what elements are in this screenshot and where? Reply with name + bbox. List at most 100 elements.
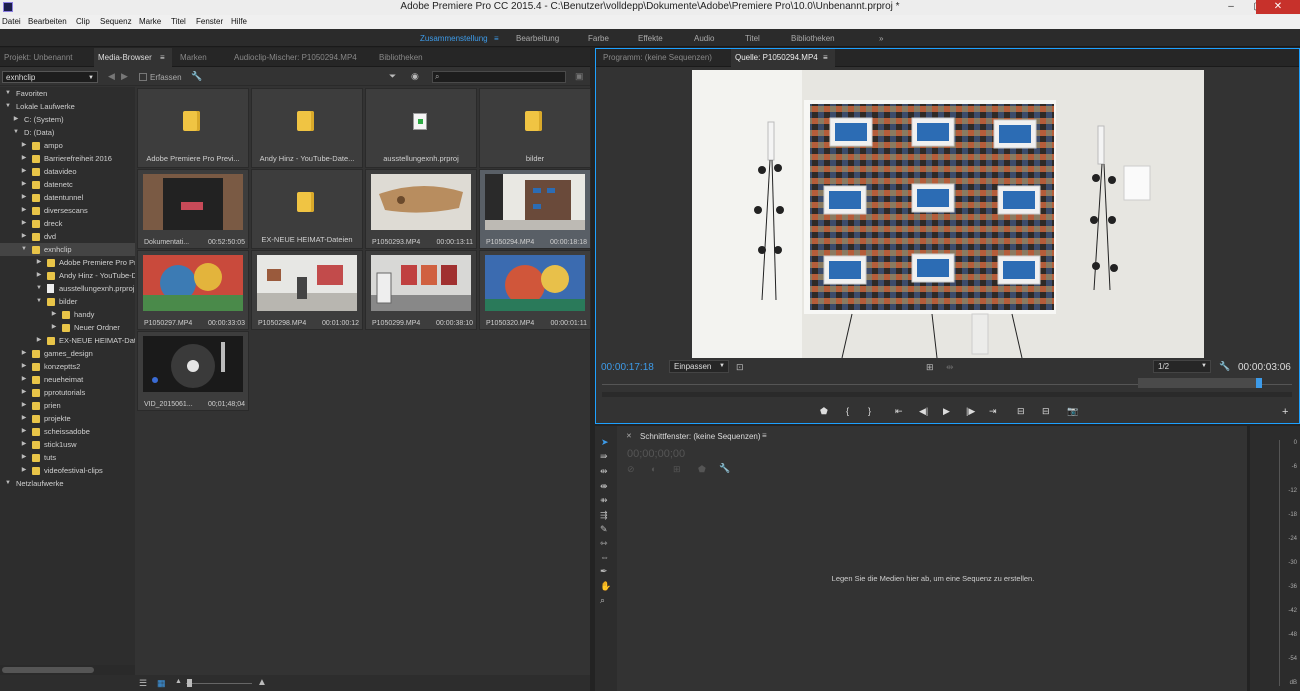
back-arrow-icon[interactable]: ◀ — [108, 71, 115, 82]
tree-item[interactable]: ▼ D: (Data) — [0, 126, 135, 139]
expand-open-icon[interactable]: ▼ — [4, 87, 12, 100]
workspace-zusammenstellung[interactable]: Zusammenstellung — [420, 34, 488, 43]
icon-view-icon[interactable]: ▦ — [157, 678, 166, 689]
zoom-slider-handle[interactable] — [187, 679, 192, 687]
tab-audioclip-mischer[interactable]: Audioclip-Mischer: P1050294.MP4 — [230, 48, 370, 67]
expand-closed-icon[interactable]: ▶ — [20, 360, 28, 373]
expand-closed-icon[interactable]: ▶ — [20, 399, 28, 412]
list-view-icon[interactable]: ☰ — [139, 678, 147, 689]
clip-tile[interactable]: VID_2015061... 00;01;48;04 — [137, 331, 249, 411]
pen-tool-icon[interactable]: ⇔ — [600, 552, 609, 562]
tab-bibliotheken[interactable]: Bibliotheken — [375, 48, 445, 67]
zoom-in-icon[interactable]: ▲ — [257, 677, 267, 688]
tree-item[interactable]: ▼ bilder — [0, 295, 135, 308]
overwrite-icon[interactable]: ⊟ — [1042, 406, 1050, 417]
tree-item[interactable]: ▶ ampo — [0, 139, 135, 152]
tree-item[interactable]: ▶ Adobe Premiere Pro Preview Files — [0, 256, 135, 269]
tab-menu-icon[interactable]: ≡ — [762, 431, 767, 440]
tree-item[interactable]: ▶ tuts — [0, 451, 135, 464]
ingest-checkbox[interactable] — [139, 73, 147, 81]
rate-stretch-tool-icon[interactable]: ⇻ — [600, 495, 608, 506]
tree-horizontal-scrollbar[interactable] — [0, 665, 135, 675]
minimize-button[interactable]: – — [1218, 0, 1244, 14]
menu-datei[interactable]: Datei — [2, 17, 21, 26]
tree-item[interactable]: ▶ neueheimat — [0, 373, 135, 386]
rolling-edit-tool-icon[interactable]: ⇼ — [600, 481, 608, 492]
expand-closed-icon[interactable]: ▶ — [20, 230, 28, 243]
selection-tool-icon[interactable]: ➤ — [601, 437, 609, 448]
tree-item[interactable]: ▶ diversescans — [0, 204, 135, 217]
tab-projekt[interactable]: Projekt: Unbenannt — [0, 48, 90, 67]
expand-closed-icon[interactable]: ▶ — [20, 152, 28, 165]
safe-margins-icon[interactable]: ⊞ — [926, 362, 934, 373]
wrench-icon[interactable]: 🔧 — [719, 463, 730, 474]
tab-menu-icon[interactable]: ≡ — [823, 49, 828, 67]
expand-closed-icon[interactable]: ▶ — [20, 347, 28, 360]
tree-item[interactable]: ▼ ausstellungexnh.prproj — [0, 282, 135, 295]
expand-open-icon[interactable]: ▼ — [20, 243, 28, 256]
expand-closed-icon[interactable]: ▶ — [20, 464, 28, 477]
add-marker-icon[interactable]: ⊞ — [673, 464, 681, 475]
tree-item[interactable]: ▶ prien — [0, 399, 135, 412]
tree-item[interactable]: ▶ EX-NEUE HEIMAT-Dateien — [0, 334, 135, 347]
expand-closed-icon[interactable]: ▶ — [20, 139, 28, 152]
tab-media-browser[interactable]: Media-Browser ≡ — [94, 48, 172, 67]
menu-bearbeiten[interactable]: Bearbeiten — [28, 17, 67, 26]
expand-closed-icon[interactable]: ▶ — [35, 256, 43, 269]
play-icon[interactable]: ▶ — [943, 406, 950, 417]
tree-item[interactable]: ▶ konzeptts2 — [0, 360, 135, 373]
go-to-out-icon[interactable]: ⇥ — [989, 406, 997, 417]
tree-item[interactable]: ▶ datentunnel — [0, 191, 135, 204]
tree-item[interactable]: ▶ Andy Hinz - YouTube-Dateien — [0, 269, 135, 282]
export-frame-icon[interactable]: 📷 — [1067, 406, 1078, 417]
clip-tile[interactable]: P1050320.MP4 00:00:01:11 — [479, 250, 591, 330]
expand-closed-icon[interactable]: ▶ — [20, 191, 28, 204]
expand-closed-icon[interactable]: ▶ — [20, 178, 28, 191]
expand-closed-icon[interactable]: ▶ — [50, 308, 58, 321]
clip-tile[interactable]: P1050299.MP4 00:00:38:10 — [365, 250, 477, 330]
tree-item[interactable]: ▶ videofestival-clips — [0, 464, 135, 477]
zoom-scrollbar[interactable] — [602, 392, 1292, 397]
drag-video-icon[interactable]: ⇹ — [946, 362, 954, 373]
step-back-icon[interactable]: ◀| — [919, 406, 928, 417]
expand-open-icon[interactable]: ▼ — [4, 477, 12, 490]
tree-item[interactable]: ▶ stick1usw — [0, 438, 135, 451]
tree-item[interactable]: ▶ games_design — [0, 347, 135, 360]
tab-marken[interactable]: Marken — [176, 48, 226, 67]
filter-icon[interactable]: ⏷ — [389, 71, 396, 82]
tree-item[interactable]: ▶ dreck — [0, 217, 135, 230]
clip-tile[interactable]: Dokumentati... 00:52:50:05 — [137, 169, 249, 249]
tree-item[interactable]: ▶ pprotutorials — [0, 386, 135, 399]
go-to-in-icon[interactable]: ⇤ — [895, 406, 903, 417]
step-forward-icon[interactable]: |▶ — [966, 406, 975, 417]
zoom-tool-icon[interactable]: ✋ — [600, 581, 611, 592]
tab-programm[interactable]: Programm: (keine Sequenzen) — [599, 49, 729, 67]
tree-item[interactable]: ▶ C: (System) — [0, 113, 135, 126]
expand-open-icon[interactable]: ▼ — [12, 126, 20, 139]
tree-item[interactable]: ▼ Favoriten — [0, 87, 135, 100]
menu-marke[interactable]: Marke — [139, 17, 161, 26]
workspace-farbe[interactable]: Farbe — [588, 34, 609, 43]
snap-icon[interactable]: ⊘ — [627, 464, 635, 475]
workspace-bearbeitung[interactable]: Bearbeitung — [516, 34, 559, 43]
folder-tile[interactable]: Adobe Premiere Pro Previ... — [137, 88, 249, 168]
folder-tile[interactable]: Andy Hinz - YouTube-Date... — [251, 88, 363, 168]
eye-icon[interactable]: ◉ — [411, 71, 419, 82]
expand-closed-icon[interactable]: ▶ — [35, 334, 43, 347]
linked-selection-icon[interactable]: ◐ — [651, 464, 656, 474]
workspace-bibliotheken[interactable]: Bibliotheken — [791, 34, 835, 43]
add-marker-icon[interactable]: ⬟ — [820, 406, 828, 417]
expand-closed-icon[interactable]: ▶ — [50, 321, 58, 334]
mark-out-icon[interactable]: } — [868, 406, 871, 416]
clip-tile[interactable]: P1050298.MP4 00:01:00:12 — [251, 250, 363, 330]
folder-tile[interactable]: bilder — [479, 88, 591, 168]
workspace-effekte[interactable]: Effekte — [638, 34, 663, 43]
fit-dropdown[interactable]: Einpassen ▼ — [669, 360, 729, 373]
workspace-menu-icon[interactable]: ≡ — [494, 34, 499, 43]
menu-hilfe[interactable]: Hilfe — [231, 17, 247, 26]
source-video-frame[interactable] — [692, 70, 1204, 358]
expand-closed-icon[interactable]: ▶ — [20, 451, 28, 464]
expand-closed-icon[interactable]: ▶ — [20, 438, 28, 451]
close-icon[interactable]: ✕ — [626, 432, 632, 440]
workspace-titel[interactable]: Titel — [745, 34, 760, 43]
